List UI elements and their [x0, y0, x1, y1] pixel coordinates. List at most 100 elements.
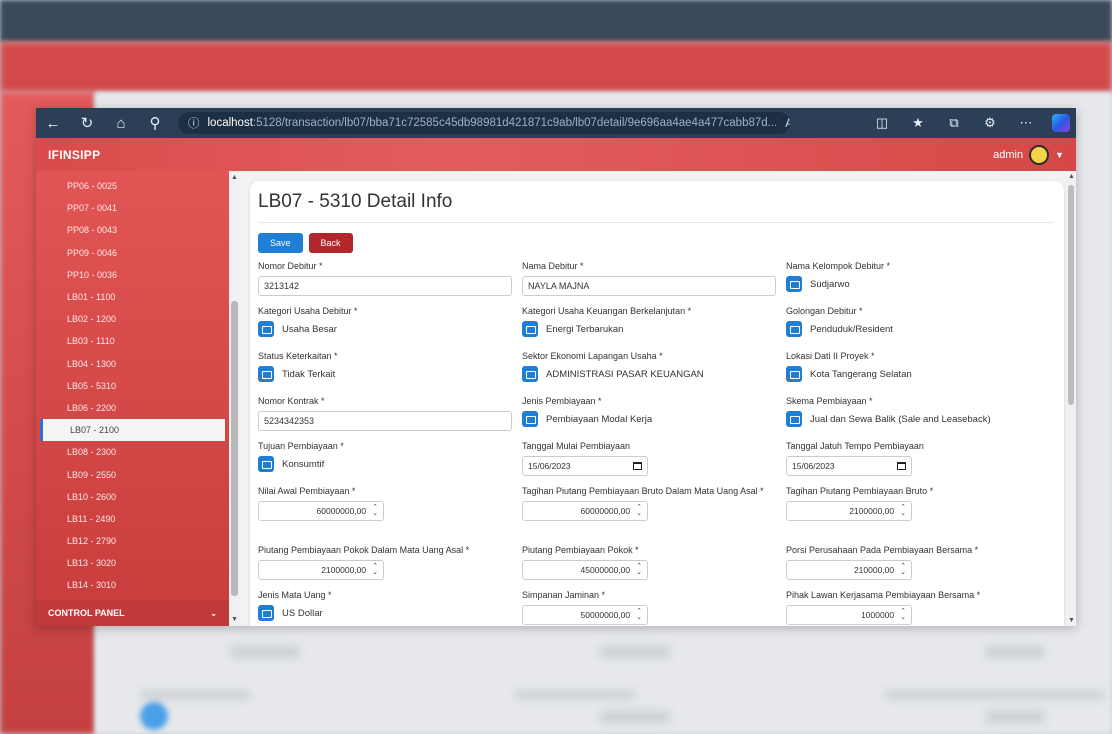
sidebar-item-lb07-2100[interactable]: LB07 - 2100: [40, 419, 225, 442]
sidebar-item-lb02-1200[interactable]: LB02 - 1200: [36, 308, 229, 330]
scrollbar-thumb[interactable]: [231, 301, 238, 596]
spinner-icon[interactable]: ⌃ ⌄: [372, 504, 378, 517]
lookup-icon[interactable]: [522, 321, 538, 337]
nomor-debitur-input[interactable]: 3213142: [258, 276, 512, 296]
jenis-pembiayaan-value: Pembiayaan Modal Kerja: [546, 413, 653, 425]
tanggal-jatuh-tempo-date-input[interactable]: 15/06/2023: [786, 456, 912, 476]
lookup-icon[interactable]: [258, 605, 274, 621]
sidebar-item-lb09-2550[interactable]: LB09 - 2550: [36, 463, 229, 485]
skema-pembiayaan-value: Jual dan Sewa Balik (Sale and Leaseback): [810, 413, 991, 425]
status-keterkaitan-value: Tidak Terkait: [282, 368, 336, 380]
read-aloud-icon[interactable]: A⁽: [785, 116, 790, 130]
field-status-keterkaitan: Status Keterkaitan * Tidak Terkait: [258, 351, 522, 396]
app-brand[interactable]: IFINSIPP: [48, 148, 100, 162]
lookup-icon[interactable]: [258, 456, 274, 472]
refresh-icon[interactable]: ↻: [70, 114, 104, 132]
lookup-icon[interactable]: [786, 411, 802, 427]
scroll-up-icon[interactable]: ▲: [231, 174, 238, 181]
tagihan-bruto-asal-number-input[interactable]: 60000000,00 ⌃ ⌄: [522, 501, 648, 521]
sidebar-item-lb12-2790[interactable]: LB12 - 2790: [36, 530, 229, 552]
sidebar-item-lb08-2300[interactable]: LB08 - 2300: [36, 441, 229, 463]
scrollbar-thumb[interactable]: [1068, 185, 1074, 405]
control-panel-menu[interactable]: CONTROL PANEL ⌄: [36, 600, 229, 626]
field-nama-debitur: Nama Debitur * NAYLA MAJNA: [522, 261, 786, 306]
extensions-icon[interactable]: ⚙: [972, 115, 1008, 131]
back-button[interactable]: Back: [308, 233, 353, 253]
sidebar-item-pp10-0036[interactable]: PP10 - 0036: [36, 264, 229, 286]
scroll-up-icon[interactable]: ▲: [1068, 173, 1075, 180]
background-blob: [985, 645, 1045, 659]
number-value: 50000000,00: [580, 610, 631, 620]
spinner-icon[interactable]: ⌃ ⌄: [636, 504, 642, 517]
sidebar-item-pp09-0046[interactable]: PP09 - 0046: [36, 242, 229, 264]
sidebar-item-lb03-1110[interactable]: LB03 - 1110: [36, 330, 229, 352]
scroll-down-icon[interactable]: ▼: [1068, 617, 1075, 624]
lookup-icon[interactable]: [258, 366, 274, 382]
nomor-kontrak-input[interactable]: 5234342353: [258, 411, 512, 431]
sidebar-item-lb05-5310[interactable]: LB05 - 5310: [36, 375, 229, 397]
field-label: Nomor Kontrak *: [258, 396, 325, 406]
collections-icon[interactable]: ⧉: [936, 115, 972, 131]
split-screen-icon[interactable]: ◫: [864, 115, 900, 131]
spinner-icon[interactable]: ⌃ ⌄: [636, 608, 642, 621]
spinner-icon[interactable]: ⌃ ⌄: [900, 563, 906, 576]
sidebar-item-pp08-0043[interactable]: PP08 - 0043: [36, 219, 229, 241]
sidebar-item-pp06-0025[interactable]: PP06 - 0025: [36, 175, 229, 197]
scroll-down-icon[interactable]: ▼: [231, 616, 238, 623]
back-arrow-icon[interactable]: ←: [36, 115, 70, 132]
main-scrollbar[interactable]: ▲ ▼: [1066, 171, 1076, 626]
sidebar-scrollbar[interactable]: ▲ ▼: [229, 171, 240, 626]
nilai-awal-number-input[interactable]: 60000000,00 ⌃ ⌄: [258, 501, 384, 521]
sidebar-item-lb01-1100[interactable]: LB01 - 1100: [36, 286, 229, 308]
piutang-pokok-number-input[interactable]: 45000000,00 ⌃ ⌄: [522, 560, 648, 580]
sidebar-item-lb06-2200[interactable]: LB06 - 2200: [36, 397, 229, 419]
browser-window: ← ↻ ⌂ ⚲ ⓘ localhost:5128/transaction/lb0…: [36, 108, 1076, 626]
copilot-icon[interactable]: [1052, 114, 1070, 132]
user-menu[interactable]: admin ▼: [993, 144, 1064, 165]
lookup-icon[interactable]: [522, 366, 538, 382]
field-tujuan-pembiayaan: Tujuan Pembiayaan * Konsumtif: [258, 441, 522, 486]
sidebar-item-lb14-3010[interactable]: LB14 - 3010: [36, 574, 229, 596]
calendar-icon[interactable]: [633, 462, 642, 470]
lookup-icon[interactable]: [522, 411, 538, 427]
calendar-icon[interactable]: [897, 462, 906, 470]
favorites-icon[interactable]: ★: [900, 115, 936, 131]
number-value: 60000000,00: [316, 506, 367, 516]
info-icon[interactable]: ⓘ: [188, 115, 200, 131]
field-tagihan-bruto-asal: Tagihan Piutang Pembiayaan Bruto Dalam M…: [522, 486, 786, 545]
sidebar-item-lb04-1300[interactable]: LB04 - 1300: [36, 353, 229, 375]
field-porsi-perusahaan: Porsi Perusahaan Pada Pembiayaan Bersama…: [786, 545, 1040, 590]
search-icon[interactable]: ⚲: [138, 114, 172, 132]
field-label: Tanggal Jatuh Tempo Pembiayaan: [786, 441, 924, 451]
lookup-icon[interactable]: [786, 321, 802, 337]
more-menu-icon[interactable]: ⋯: [1008, 115, 1044, 131]
sidebar-item-lb13-3020[interactable]: LB13 - 3020: [36, 552, 229, 574]
background-titlebar: [0, 0, 1112, 42]
spinner-icon[interactable]: ⌃ ⌄: [900, 608, 906, 621]
porsi-perusahaan-number-input[interactable]: 210000,00 ⌃ ⌄: [786, 560, 912, 580]
address-bar[interactable]: ⓘ localhost:5128/transaction/lb07/bba71c…: [178, 112, 790, 134]
field-label: Lokasi Dati II Proyek *: [786, 351, 875, 361]
field-label: Tagihan Piutang Pembiayaan Bruto Dalam M…: [522, 486, 764, 496]
tanggal-mulai-date-input[interactable]: 15/06/2023: [522, 456, 648, 476]
lookup-icon[interactable]: [786, 276, 802, 292]
lookup-icon[interactable]: [258, 321, 274, 337]
field-nomor-debitur: Nomor Debitur * 3213142: [258, 261, 522, 306]
sidebar-item-pp07-0041[interactable]: PP07 - 0041: [36, 197, 229, 219]
spinner-icon[interactable]: ⌃ ⌄: [636, 563, 642, 576]
sidebar-item-lb10-2600[interactable]: LB10 - 2600: [36, 486, 229, 508]
sidebar-item-lb11-2490[interactable]: LB11 - 2490: [36, 508, 229, 530]
pihak-lawan-number-input[interactable]: 1000000 ⌃ ⌄: [786, 605, 912, 625]
save-button[interactable]: Save: [258, 233, 303, 253]
lookup-icon[interactable]: [786, 366, 802, 382]
tagihan-bruto-number-input[interactable]: 2100000,00 ⌃ ⌄: [786, 501, 912, 521]
nama-debitur-input[interactable]: NAYLA MAJNA: [522, 276, 776, 296]
home-icon[interactable]: ⌂: [104, 115, 138, 132]
spinner-icon[interactable]: ⌃ ⌄: [900, 504, 906, 517]
field-label: Jenis Mata Uang *: [258, 590, 332, 600]
simpanan-jaminan-number-input[interactable]: 50000000,00 ⌃ ⌄: [522, 605, 648, 625]
spinner-icon[interactable]: ⌃ ⌄: [372, 563, 378, 576]
detail-card: LB07 - 5310 Detail Info Save Back Nomor …: [250, 181, 1064, 626]
background-blob: [515, 690, 635, 700]
piutang-pokok-asal-number-input[interactable]: 2100000,00 ⌃ ⌄: [258, 560, 384, 580]
